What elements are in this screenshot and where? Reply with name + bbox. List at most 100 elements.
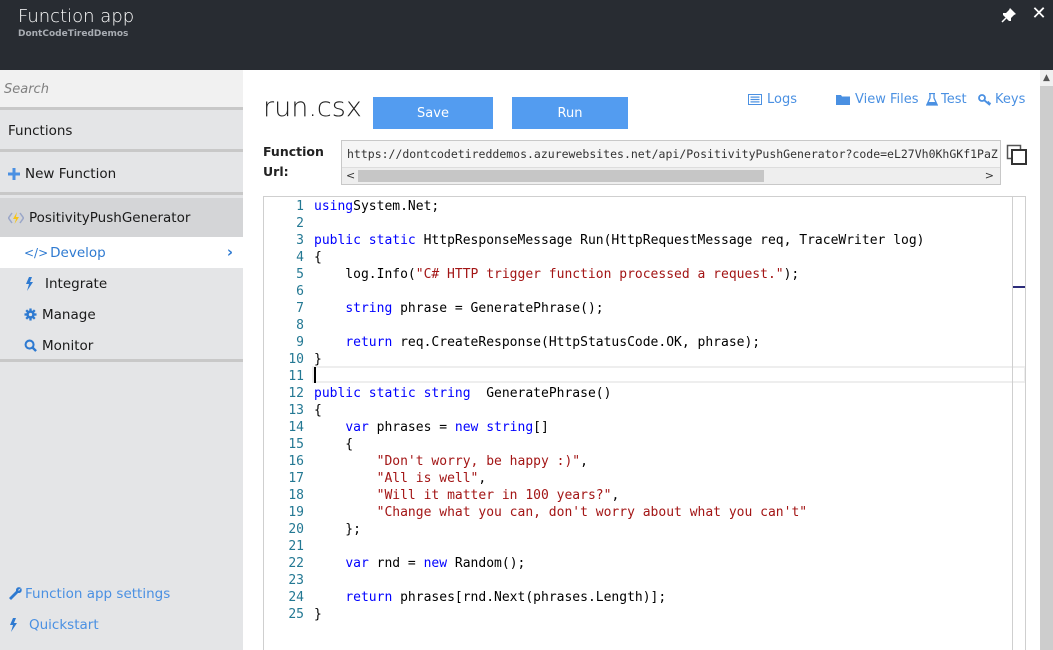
line-number: 6: [296, 284, 304, 299]
new-function-button[interactable]: New Function: [0, 155, 243, 195]
code-token: System.Net;: [353, 199, 440, 214]
code-line[interactable]: "All is well",: [314, 470, 487, 487]
code-line[interactable]: "Change what you can, don't worry about …: [314, 504, 807, 521]
test-label: Test: [941, 92, 967, 107]
code-line[interactable]: string phrase = GeneratePhrase();: [314, 300, 603, 317]
line-number: 4: [296, 250, 304, 265]
code-line[interactable]: "Don't worry, be happy :)",: [314, 453, 588, 470]
function-app-settings-label: Function app settings: [25, 586, 171, 602]
sidebar-item-develop[interactable]: </> Develop ›: [0, 237, 243, 268]
scroll-left-arrow[interactable]: <: [346, 168, 355, 184]
code-line[interactable]: {: [314, 402, 322, 419]
function-app-settings-link[interactable]: Function app settings: [8, 586, 170, 602]
line-number: 5: [296, 267, 304, 282]
keyword-token: new: [423, 556, 448, 571]
code-line[interactable]: }: [314, 351, 322, 368]
sidebar-item-function[interactable]: PositivityPushGenerator: [0, 198, 243, 238]
sidebar-item-monitor[interactable]: Monitor: [0, 330, 243, 361]
line-number: 7: [296, 301, 304, 316]
code-line[interactable]: {: [314, 249, 322, 266]
code-token: );: [783, 267, 800, 282]
keys-link[interactable]: Keys: [978, 92, 1025, 107]
manage-label: Manage: [42, 306, 96, 323]
keyword-token: string: [423, 386, 471, 401]
code-line[interactable]: public static string GeneratePhrase(): [314, 385, 611, 402]
code-icon: </>: [24, 245, 49, 260]
keyword-token: public: [314, 386, 361, 401]
plus-icon: [8, 167, 20, 180]
code-line[interactable]: var phrases = new string[]: [314, 419, 549, 436]
wrench-icon: [9, 587, 22, 600]
code-token: {: [314, 250, 322, 265]
code-token: ,: [580, 454, 588, 469]
code-line[interactable]: public static HttpResponseMessage Run(Ht…: [314, 232, 925, 249]
app-subtitle: DontCodeTiredDemos: [18, 29, 129, 39]
sidebar-item-manage[interactable]: Manage: [0, 299, 243, 330]
code-line[interactable]: return phrases[rnd.Next(phrases.Length)]…: [314, 589, 666, 606]
code-token: phrases =: [368, 420, 455, 435]
code-token: {: [314, 437, 354, 452]
run-button[interactable]: Run: [512, 97, 628, 129]
search-input[interactable]: [0, 70, 243, 107]
keys-label: Keys: [995, 92, 1026, 107]
copy-icon[interactable]: [1006, 144, 1028, 166]
code-line[interactable]: usingSystem.Net;: [314, 198, 439, 215]
logs-icon: [748, 94, 762, 105]
code-token: phrases[rnd.Next(phrases.Length)];: [392, 590, 667, 605]
scroll-right-arrow[interactable]: >: [985, 168, 994, 184]
test-link[interactable]: Test: [926, 92, 967, 107]
current-line-highlight: [312, 366, 1025, 383]
functions-label: Functions: [8, 123, 73, 139]
code-token: ,: [478, 471, 487, 486]
function-url-label: Function Url:: [263, 142, 324, 182]
code-line[interactable]: "Will it matter in 100 years?",: [314, 487, 620, 504]
line-number: 9: [296, 335, 304, 350]
overview-ruler-marker: [1013, 286, 1025, 288]
line-number: 10: [288, 352, 304, 367]
url-scrollbar-thumb[interactable]: [358, 170, 764, 182]
file-title: run.csx: [263, 92, 362, 123]
text-cursor: [314, 367, 316, 383]
string-token: "Change what you can, don't worry about …: [376, 505, 808, 520]
sidebar-item-functions[interactable]: Functions: [0, 113, 243, 152]
close-icon[interactable]: ✕: [1030, 4, 1048, 24]
line-number: 14: [288, 420, 304, 435]
keyword-token: static: [368, 233, 416, 248]
code-line[interactable]: };: [314, 521, 361, 538]
code-token: HttpResponseMessage Run(HttpRequestMessa…: [415, 233, 925, 248]
function-url-value[interactable]: https://dontcodetireddemos.azurewebsites…: [347, 147, 999, 161]
code-token: };: [314, 522, 361, 537]
quickstart-link[interactable]: Quickstart: [8, 617, 99, 633]
code-line[interactable]: var rnd = new Random();: [314, 555, 525, 572]
search-icon: [24, 339, 37, 352]
code-line[interactable]: log.Info("C# HTTP trigger function proce…: [314, 266, 799, 283]
view-files-link[interactable]: View Files: [836, 92, 919, 107]
function-url-field[interactable]: https://dontcodetireddemos.azurewebsites…: [341, 140, 1001, 185]
keyword-token: return: [345, 335, 393, 350]
pin-icon[interactable]: [1000, 6, 1018, 24]
logs-link[interactable]: Logs: [748, 92, 797, 107]
line-number: 25: [288, 607, 304, 622]
code-line[interactable]: }: [314, 606, 322, 623]
keyword-token: using: [314, 199, 354, 214]
code-editor[interactable]: 1 usingSystem.Net; 2 3 public static HttpRes…: [263, 196, 1026, 650]
url-scrollbar[interactable]: < >: [342, 167, 1000, 184]
line-number: 21: [288, 539, 304, 554]
code-token: GeneratePhrase(): [470, 386, 612, 401]
scroll-up-arrow[interactable]: ▲: [1040, 70, 1053, 86]
line-number: 19: [288, 505, 304, 520]
code-line[interactable]: {: [314, 436, 353, 453]
gear-icon: [24, 308, 37, 321]
page-scrollbar[interactable]: ▲: [1040, 70, 1053, 650]
quickstart-label: Quickstart: [29, 617, 99, 633]
sidebar-item-integrate[interactable]: Integrate: [0, 268, 243, 299]
save-button[interactable]: Save: [373, 97, 493, 129]
code-line[interactable]: return req.CreateResponse(HttpStatusCode…: [314, 334, 760, 351]
develop-label: Develop: [50, 244, 106, 261]
line-number: 11: [288, 369, 304, 384]
